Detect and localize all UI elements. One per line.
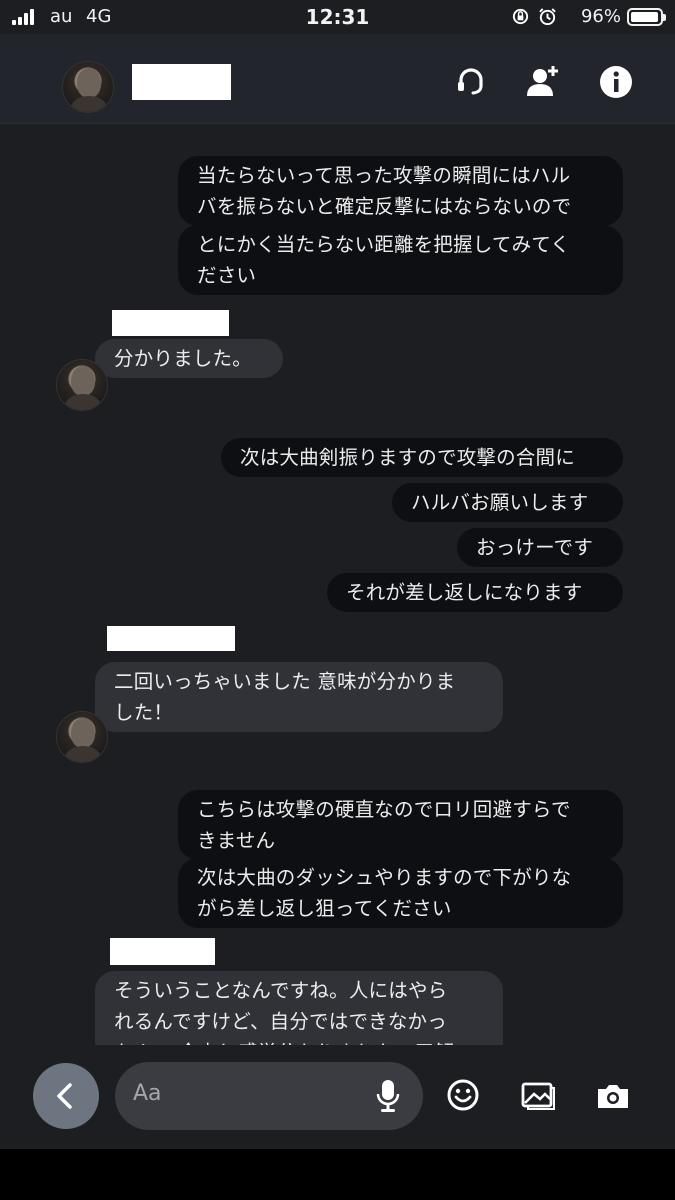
camera-icon[interactable]	[595, 1077, 631, 1113]
battery-icon	[627, 8, 666, 26]
message-text: 次は大曲のダッシュやりますので下がりな	[197, 866, 572, 889]
message-text: 二回いっちゃいました 意味が分かりま	[114, 670, 456, 693]
message-text: した！	[114, 701, 174, 724]
message-bubble-outgoing[interactable]: 次は大曲のダッシュやりますので下がりな がら差し返し狙ってください	[178, 858, 623, 928]
chat-screen: au 4G 12:31 96% 当たらないって思った攻撃の瞬間にはハル バを振ら…	[0, 0, 675, 1200]
message-bubble-outgoing[interactable]: それが差し返しになります	[327, 573, 623, 612]
message-text: 分かりました。	[114, 347, 252, 370]
collapse-button[interactable]	[33, 1063, 99, 1129]
clock: 12:31	[305, 5, 370, 29]
status-bar: au 4G 12:31 96%	[0, 0, 675, 34]
battery-percent: 96%	[580, 6, 621, 27]
message-bubble-outgoing[interactable]: ハルバお願いします	[392, 483, 623, 522]
message-text: おっけーです	[476, 536, 594, 559]
message-text: きません	[197, 829, 276, 852]
message-bubble-outgoing[interactable]: こちらは攻撃の硬直なのでロリ回避すらで きません	[178, 790, 623, 860]
message-text: たんで 今少し感覚分かりました。了解	[114, 1037, 484, 1045]
back-chevron-icon	[57, 1083, 72, 1109]
message-input-placeholder: Aa	[133, 1081, 162, 1106]
message-bubble-outgoing[interactable]: とにかく当たらない距離を把握してみてく ださい	[178, 225, 623, 295]
message-bubble-outgoing[interactable]: おっけーです	[457, 528, 623, 567]
message-input[interactable]: Aa	[115, 1062, 423, 1130]
message-bubble-outgoing[interactable]: 次は大曲剣振りますので攻撃の合間に	[221, 438, 623, 477]
message-text: そういうことなんですね。人にはやら	[114, 979, 448, 1002]
home-indicator-area	[0, 1149, 675, 1200]
headset-icon[interactable]	[453, 64, 489, 100]
message-text: 当たらないって思った攻撃の瞬間にはハル	[197, 164, 571, 187]
message-text: とにかく当たらない距離を把握してみてく	[197, 233, 571, 256]
message-text: ださい	[197, 264, 257, 287]
message-text: 次は大曲剣振りますので攻撃の合間に	[240, 446, 575, 469]
emoji-icon[interactable]	[445, 1077, 481, 1113]
sender-name-redacted	[112, 310, 229, 336]
message-bubble-outgoing[interactable]: 当たらないって思った攻撃の瞬間にはハル バを振らないと確定反撃にはならないので	[178, 156, 623, 226]
message-list[interactable]: 当たらないって思った攻撃の瞬間にはハル バを振らないと確定反撃にはならないので …	[0, 125, 675, 1045]
sender-name-redacted	[107, 626, 235, 651]
message-bubble-incoming[interactable]: 分かりました。	[95, 339, 283, 378]
message-text: ハルバお願いします	[411, 491, 589, 514]
message-text: こちらは攻撃の硬直なのでロリ回避すらで	[197, 798, 571, 821]
chat-header	[0, 34, 675, 124]
message-bubble-incoming[interactable]: 二回いっちゃいました 意味が分かりま した！	[95, 662, 503, 732]
message-text: がら差し返し狙ってください	[197, 897, 452, 920]
sender-name-redacted	[110, 938, 215, 965]
message-bubble-incoming[interactable]: そういうことなんですね。人にはやら れるんですけど、自分ではできなかっ たんで …	[95, 971, 503, 1045]
orientation-lock-icon	[512, 8, 529, 25]
gallery-icon[interactable]	[520, 1077, 556, 1113]
sender-avatar[interactable]	[56, 711, 108, 763]
message-text: それが差し返しになります	[346, 581, 583, 604]
contact-name-redacted	[132, 64, 231, 100]
composer-bar: Aa	[0, 1045, 675, 1149]
microphone-icon[interactable]	[375, 1079, 401, 1113]
add-person-icon[interactable]	[525, 64, 561, 100]
contact-avatar[interactable]	[62, 61, 114, 113]
message-text: バを振らないと確定反撃にはならないので	[197, 195, 572, 218]
alarm-icon	[539, 8, 556, 26]
message-text: れるんですけど、自分ではできなかっ	[114, 1010, 447, 1033]
sender-avatar[interactable]	[56, 359, 108, 411]
info-icon[interactable]	[598, 64, 634, 100]
